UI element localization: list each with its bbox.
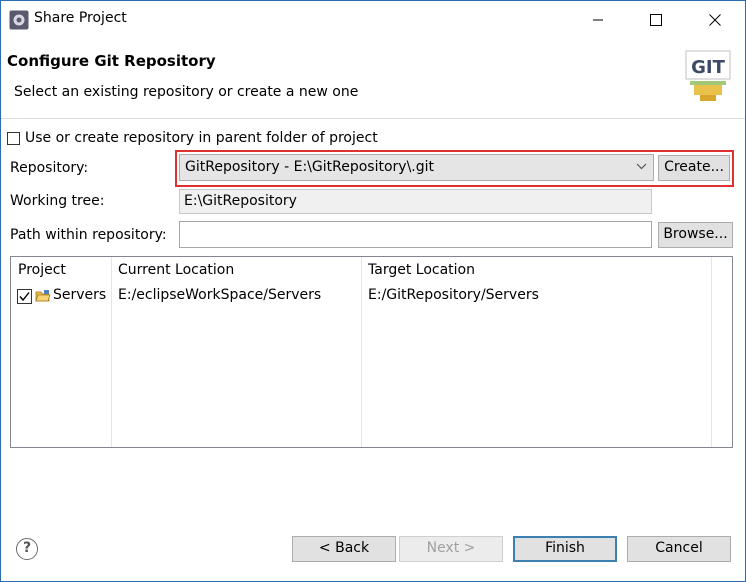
repository-label: Repository: (10, 160, 89, 176)
window-title: Share Project (34, 10, 127, 26)
project-name: Servers (53, 287, 107, 303)
working-tree-label: Working tree: (10, 193, 105, 209)
git-logo-icon: GIT (685, 50, 731, 101)
back-button[interactable]: < Back (292, 536, 396, 562)
projects-table: Project Current Location Target Location… (10, 256, 733, 448)
next-button: Next > (399, 536, 503, 562)
chevron-down-icon (636, 163, 647, 170)
minimize-button[interactable] (583, 7, 613, 33)
column-header-current-location[interactable]: Current Location (118, 262, 234, 278)
eclipse-gear-icon (9, 10, 29, 30)
working-tree-field: E:\GitRepository (179, 189, 652, 214)
repository-select[interactable]: GitRepository - E:\GitRepository\.git (179, 154, 654, 181)
column-divider (111, 257, 112, 447)
column-header-target-location[interactable]: Target Location (368, 262, 475, 278)
close-button[interactable] (700, 7, 730, 33)
column-header-project[interactable]: Project (18, 262, 66, 278)
close-icon (709, 14, 721, 26)
page-title: Configure Git Repository (7, 52, 216, 70)
current-location: E:/eclipseWorkSpace/Servers (118, 287, 322, 303)
share-project-dialog: Share Project Configure Git Repository S… (0, 0, 746, 582)
path-within-repository-label: Path within repository: (10, 227, 167, 243)
finish-button[interactable]: Finish (513, 536, 617, 562)
help-icon: ? (22, 540, 32, 556)
parent-folder-checkbox-label: Use or create repository in parent folde… (25, 130, 378, 146)
browse-button[interactable]: Browse... (658, 222, 733, 248)
wizard-banner: Configure Git Repository Select an exist… (1, 39, 745, 119)
row-checkbox[interactable] (17, 289, 32, 304)
parent-folder-checkbox[interactable] (7, 132, 20, 145)
git-logo-text: GIT (691, 57, 725, 78)
maximize-icon (650, 14, 662, 26)
target-location: E:/GitRepository/Servers (368, 287, 539, 303)
repository-select-value: GitRepository - E:\GitRepository\.git (185, 159, 435, 175)
cancel-button[interactable]: Cancel (627, 536, 731, 562)
page-description: Select an existing repository or create … (14, 84, 359, 100)
banner-separator (1, 118, 745, 119)
path-within-repository-input[interactable] (179, 221, 652, 248)
column-divider (711, 257, 712, 447)
help-button[interactable]: ? (16, 538, 38, 560)
column-divider (361, 257, 362, 447)
project-folder-icon (35, 290, 51, 302)
minimize-icon (593, 19, 603, 21)
checkmark-icon (19, 292, 30, 302)
maximize-button[interactable] (641, 7, 671, 33)
title-bar: Share Project (1, 1, 745, 39)
create-repository-button[interactable]: Create... (658, 155, 730, 181)
